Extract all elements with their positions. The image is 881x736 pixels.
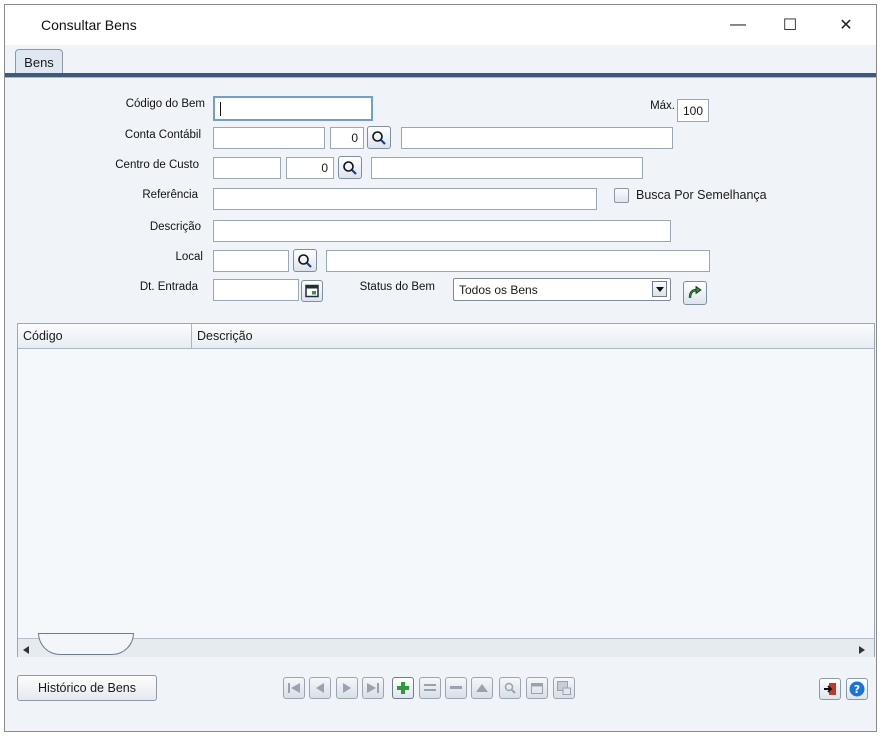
referencia-input[interactable] — [213, 188, 597, 210]
conta-num-input[interactable]: 0 — [330, 127, 364, 149]
window-title: Consultar Bens — [41, 17, 137, 33]
tab-divider — [5, 77, 876, 78]
historico-button[interactable]: Histórico de Bens — [17, 675, 157, 701]
tab-bens[interactable]: Bens — [15, 49, 63, 75]
conta-search-button[interactable] — [367, 126, 391, 149]
add-record-icon[interactable] — [392, 677, 414, 699]
column-header-descricao[interactable]: Descrição — [192, 324, 872, 348]
minimize-button[interactable]: — — [715, 5, 761, 45]
grid-header: Código Descrição — [18, 324, 874, 349]
consultar-bens-window: Consultar Bens — ☐ ✕ Bens Código do Bem … — [4, 4, 877, 732]
codigo-input[interactable] — [213, 96, 373, 121]
edit-record-icon[interactable] — [419, 677, 441, 699]
title-bar: Consultar Bens — ☐ ✕ — [5, 5, 876, 45]
centro-num-input[interactable]: 0 — [286, 157, 334, 179]
conta-input[interactable] — [213, 127, 325, 149]
calendar-icon — [305, 284, 319, 298]
delete-record-icon[interactable] — [445, 677, 467, 699]
dt-entrada-input[interactable] — [213, 279, 299, 301]
local-search-button[interactable] — [293, 249, 317, 272]
help-question-icon: ? — [849, 681, 865, 697]
local-desc-input[interactable] — [326, 250, 710, 272]
prev-record-icon[interactable] — [309, 677, 331, 699]
centro-desc-input[interactable] — [371, 157, 643, 179]
local-input[interactable] — [213, 250, 289, 272]
descricao-label: Descrição — [149, 221, 201, 233]
close-button[interactable]: ✕ — [823, 5, 869, 45]
view-record-icon[interactable] — [526, 677, 548, 699]
scroll-right-icon[interactable] — [858, 643, 866, 657]
scroll-left-icon[interactable] — [22, 643, 30, 657]
move-up-icon[interactable] — [471, 677, 493, 699]
refresh-button[interactable] — [683, 281, 707, 305]
last-record-icon[interactable] — [362, 677, 384, 699]
dt-entrada-label: Dt. Entrada — [139, 281, 198, 293]
next-record-icon[interactable] — [336, 677, 358, 699]
svg-text:?: ? — [854, 683, 860, 696]
search-icon — [343, 160, 357, 175]
max-label: Máx. — [650, 100, 675, 112]
scroll-thumb[interactable] — [38, 633, 134, 655]
exit-button[interactable] — [819, 678, 841, 700]
search-icon — [372, 130, 386, 145]
busca-label: Busca Por Semelhança — [636, 188, 767, 202]
referencia-label: Referência — [142, 189, 198, 201]
results-grid[interactable]: Código Descrição — [17, 323, 875, 657]
centro-input[interactable] — [213, 157, 281, 179]
conta-desc-input[interactable] — [401, 127, 673, 149]
export-record-icon[interactable] — [553, 677, 575, 699]
column-header-codigo[interactable]: Código — [18, 324, 192, 348]
magnifier-icon[interactable] — [499, 677, 521, 699]
maximize-button[interactable]: ☐ — [767, 5, 813, 45]
centro-search-button[interactable] — [338, 156, 362, 179]
calendar-button[interactable] — [301, 280, 323, 302]
status-label: Status do Bem — [359, 281, 435, 293]
centro-label: Centro de Custo — [115, 159, 199, 171]
local-label: Local — [175, 251, 204, 263]
chevron-down-icon — [652, 281, 667, 297]
status-value: Todos os Bens — [459, 282, 538, 297]
grid-body — [18, 349, 874, 638]
refresh-arrow-icon — [688, 285, 702, 299]
search-icon — [298, 253, 312, 268]
conta-label: Conta Contábil — [124, 129, 201, 141]
help-button[interactable]: ? — [846, 678, 868, 700]
max-input[interactable]: 100 — [677, 99, 709, 122]
first-record-icon[interactable] — [283, 677, 305, 699]
exit-door-icon — [824, 683, 836, 695]
codigo-label: Código do Bem — [125, 98, 205, 110]
descricao-input[interactable] — [213, 220, 671, 242]
busca-checkbox[interactable] — [614, 188, 629, 203]
text-cursor — [220, 101, 221, 116]
horizontal-scrollbar[interactable] — [18, 633, 874, 657]
status-select[interactable]: Todos os Bens — [453, 278, 671, 301]
